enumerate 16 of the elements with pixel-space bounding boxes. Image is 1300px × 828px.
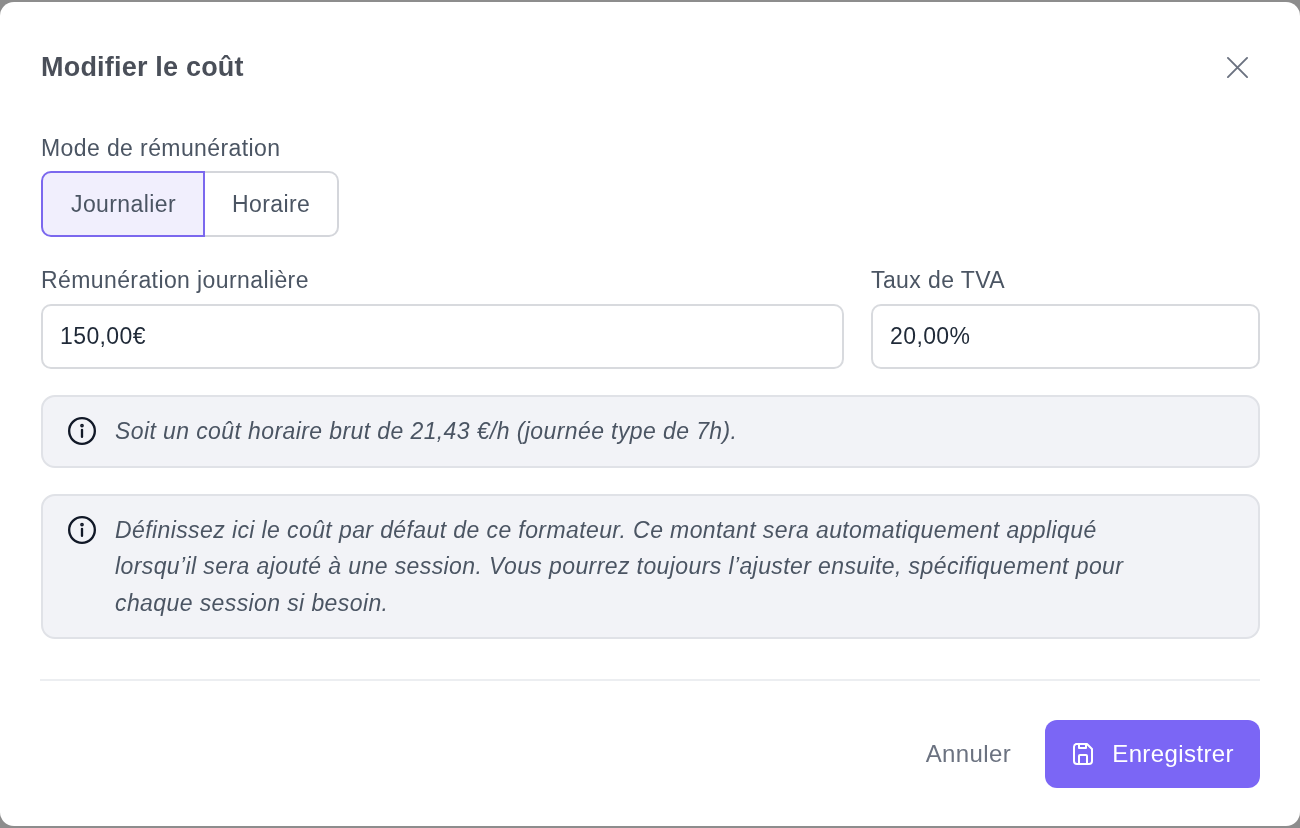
close-button[interactable] <box>1226 56 1249 79</box>
info-text: Définissez ici le coût par défaut de ce formateur. Ce montant sera automatiquement appliqué lorsqu’il sera ajouté à une session. Vous pourrez toujours l’ajuster ensuite, spécifiquement pour chaque session si besoin. <box>115 515 1125 618</box>
field-label: Mode de rémunération <box>41 135 281 161</box>
info-icon <box>68 417 96 445</box>
info-text: Soit un coût horaire brut de 21,43 €/h (journée type de 7h). <box>115 417 738 446</box>
cancel-button[interactable]: Annuler <box>909 720 1028 788</box>
field-label: Taux de TVA <box>871 267 1006 293</box>
input-field[interactable]: 20,00% <box>871 304 1260 369</box>
info-icon <box>68 515 96 544</box>
dialog-title: Modifier le coût <box>41 51 244 84</box>
close-icon <box>1226 56 1249 79</box>
field-label: Rémunération journalière <box>41 267 310 293</box>
segment-button[interactable]: Horaire <box>205 171 340 237</box>
segment-button[interactable]: Journalier <box>41 171 205 237</box>
save-button[interactable]: Enregistrer <box>1045 720 1260 788</box>
input-field[interactable]: 150,00€ <box>41 304 844 369</box>
